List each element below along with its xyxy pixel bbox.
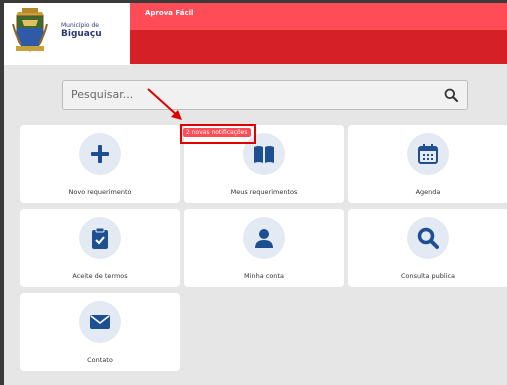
- tile-label: Consulta publica: [400, 272, 456, 280]
- municipality-name: Biguaçu: [61, 29, 102, 39]
- coat-of-arms-icon: [12, 8, 48, 52]
- tile-minha-conta[interactable]: Minha conta: [184, 209, 344, 287]
- user-icon: [255, 229, 273, 248]
- plus-icon: [91, 145, 109, 163]
- header-bar-bottom: [130, 30, 507, 64]
- envelope-icon: [90, 315, 110, 329]
- tile-label: Minha conta: [244, 272, 284, 280]
- tile-icon-circle: [243, 217, 285, 259]
- tile-label: Meus requerimentos: [230, 188, 298, 196]
- app-window: Município de Biguaçu Aprova Fácil Pesqui…: [0, 0, 507, 385]
- tile-contato[interactable]: Contato: [20, 293, 180, 371]
- search-icon[interactable]: [444, 88, 458, 102]
- notification-badge[interactable]: 2 novas notificações: [183, 128, 251, 137]
- tile-icon-circle: [407, 133, 449, 175]
- tile-consulta-publica[interactable]: Consulta publica: [348, 209, 507, 287]
- book-icon: [254, 146, 274, 163]
- tile-label: Aceite de termos: [72, 272, 128, 280]
- tile-aceite-de-termos[interactable]: Aceite de termos: [20, 209, 180, 287]
- calendar-icon: [418, 144, 438, 164]
- tile-icon-circle: [79, 301, 121, 343]
- clipboard-check-icon: [92, 227, 108, 249]
- tile-icon-circle: [79, 133, 121, 175]
- tile-agenda[interactable]: Agenda: [348, 125, 507, 203]
- tile-label: Contato: [87, 356, 113, 364]
- municipality-logo-area[interactable]: Município de Biguaçu: [4, 3, 130, 65]
- tile-novo-requerimento[interactable]: Novo requerimento: [20, 125, 180, 203]
- search-icon: [417, 227, 439, 249]
- search-placeholder: Pesquisar...: [71, 88, 134, 101]
- annotation-arrow-icon: [147, 88, 182, 120]
- tile-label: Novo requerimento: [68, 188, 132, 196]
- tile-icon-circle: [79, 217, 121, 259]
- app-title: Aprova Fácil: [145, 9, 194, 17]
- search-input[interactable]: Pesquisar...: [62, 80, 468, 110]
- tile-icon-circle: [407, 217, 449, 259]
- tile-label: Agenda: [415, 188, 441, 196]
- municipality-prefix: Município de: [61, 22, 99, 29]
